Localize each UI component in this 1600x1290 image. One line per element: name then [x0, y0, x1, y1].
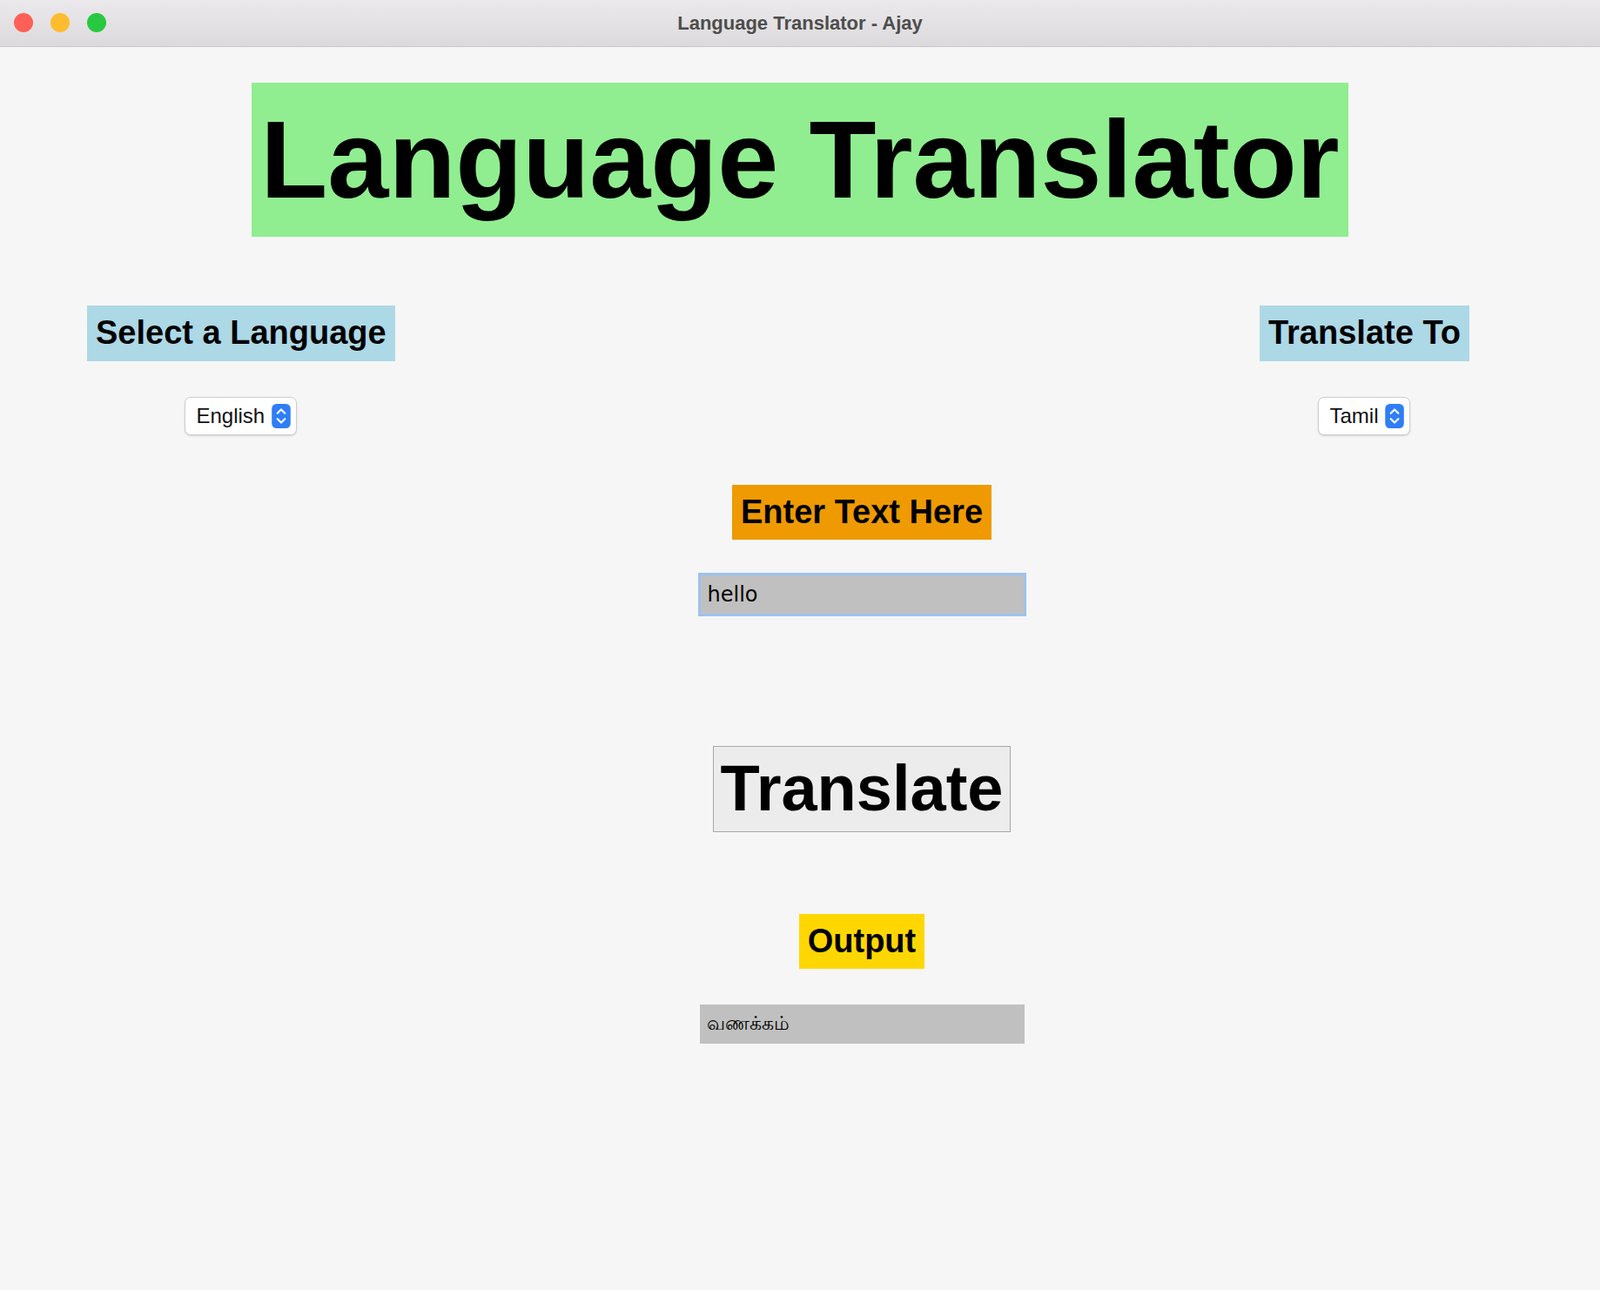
output-label: Output: [799, 914, 926, 970]
chevron-icon: [1384, 403, 1405, 429]
target-label: Translate To: [1259, 305, 1470, 362]
translate-button[interactable]: Translate: [712, 746, 1012, 833]
window-title: Language Translator - Ajay: [677, 12, 923, 35]
app-window: Language Translator - Ajay Language Tran…: [0, 0, 1600, 1290]
source-label: Select a Language: [87, 305, 396, 362]
target-select[interactable]: Tamil: [1317, 396, 1411, 436]
close-button[interactable]: [13, 13, 34, 33]
source-group: Select a Language English: [87, 305, 396, 436]
output-field: வணக்கம்: [699, 1004, 1025, 1044]
window-controls: [13, 13, 107, 33]
minimize-button[interactable]: [50, 13, 70, 33]
app-heading: Language Translator: [251, 82, 1348, 237]
input-label: Enter Text Here: [732, 484, 992, 541]
zoom-button[interactable]: [87, 13, 107, 33]
text-input[interactable]: [698, 572, 1027, 617]
target-value: Tamil: [1329, 403, 1379, 429]
title-bar: Language Translator - Ajay: [0, 0, 1600, 48]
translate-column: Enter Text Here Translate Output வணக்கம்: [0, 484, 1600, 1045]
chevron-icon: [271, 403, 291, 429]
language-row: Select a Language English Translate To T…: [0, 305, 1600, 436]
source-select[interactable]: English: [184, 396, 297, 436]
target-group: Translate To Tamil: [1259, 305, 1470, 436]
source-value: English: [195, 403, 265, 429]
background-image: Language Translator Select a Language En…: [0, 47, 1600, 1290]
